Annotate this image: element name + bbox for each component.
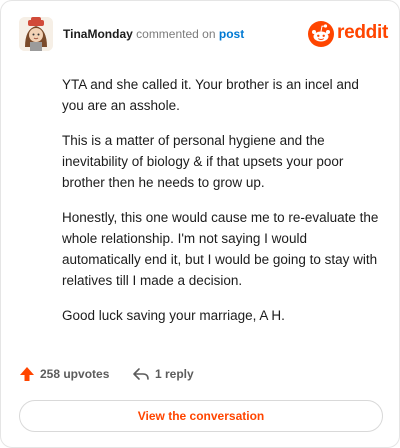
- upvote-count[interactable]: 258 upvotes: [19, 366, 109, 382]
- comment-body: YTA and she called it. Your brother is a…: [62, 74, 380, 340]
- reply-icon: [133, 368, 149, 380]
- post-link[interactable]: post: [219, 27, 244, 41]
- reddit-logo-icon: [308, 21, 334, 47]
- reply-count[interactable]: 1 reply: [132, 366, 194, 382]
- reddit-logo[interactable]: reddit: [307, 20, 388, 48]
- reply-label: 1 reply: [155, 367, 194, 381]
- avatar-icon: [19, 17, 53, 51]
- comment-header: TinaMonday commented on post reddit: [19, 17, 388, 51]
- comment-paragraph: Honestly, this one would cause me to re-…: [62, 210, 379, 288]
- comment-paragraph: Good luck saving your marriage, A H.: [62, 308, 285, 323]
- embedded-comment-card: TinaMonday commented on post reddit YTA …: [0, 0, 400, 448]
- comment-paragraph: This is a matter of personal hygiene and…: [62, 133, 344, 190]
- username-link[interactable]: TinaMonday: [63, 27, 133, 41]
- upvote-label: 258 upvotes: [40, 367, 110, 381]
- comment-footer: 258 upvotes 1 reply: [19, 366, 383, 386]
- avatar[interactable]: [19, 17, 53, 51]
- view-conversation-button[interactable]: View the conversation: [19, 400, 383, 432]
- upvote-icon: [20, 367, 34, 381]
- byline-verb: commented on: [136, 27, 216, 41]
- comment-paragraph: YTA and she called it. Your brother is a…: [62, 77, 359, 113]
- byline: TinaMonday commented on post: [63, 27, 244, 41]
- brand-wordmark: reddit: [337, 22, 388, 43]
